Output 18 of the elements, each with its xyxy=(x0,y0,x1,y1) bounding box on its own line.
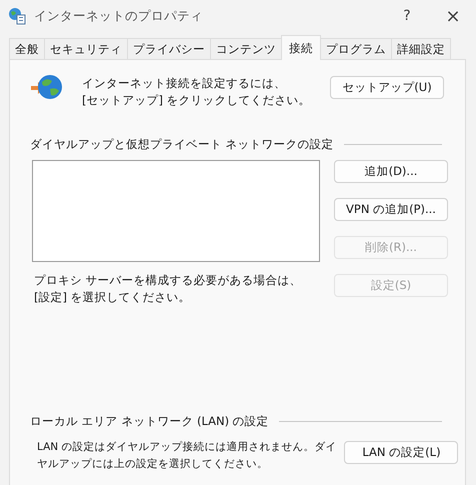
dialog-button[interactable]: VPN の追加(P)... xyxy=(334,198,448,221)
globe-settings-icon xyxy=(8,7,26,25)
close-button[interactable]: × xyxy=(430,6,476,26)
window-title: インターネットのプロパティ xyxy=(34,8,204,24)
dialog-button[interactable]: LAN の設定(L) xyxy=(344,441,458,464)
tab[interactable]: 接続 xyxy=(281,35,321,60)
setup-instructions: インターネット接続を設定するには、 [セットアップ] をクリックしてください。 xyxy=(82,75,312,109)
lan-instructions: LAN の設定はダイヤルアップ接続には適用されません。ダイ ヤルアップには上の設定を選択してください。 xyxy=(37,440,336,472)
section-heading: ローカル エリア ネットワーク (LAN) の設定 xyxy=(30,414,269,429)
connections-list[interactable] xyxy=(32,160,320,262)
tab[interactable]: 全般 xyxy=(9,38,45,59)
proxy-instructions: プロキシ サーバーを構成する必要がある場合は、 [設定] を選択してください。 xyxy=(34,272,303,306)
globe-arrow-icon xyxy=(30,74,64,102)
dialog-button[interactable]: 追加(D)... xyxy=(334,160,448,183)
dialog-button[interactable]: セットアップ(U) xyxy=(330,76,444,99)
section-heading: ダイヤルアップと仮想プライベート ネットワークの設定 xyxy=(30,137,334,152)
help-button[interactable]: ? xyxy=(384,8,430,24)
tab[interactable]: 詳細設定 xyxy=(391,38,451,59)
